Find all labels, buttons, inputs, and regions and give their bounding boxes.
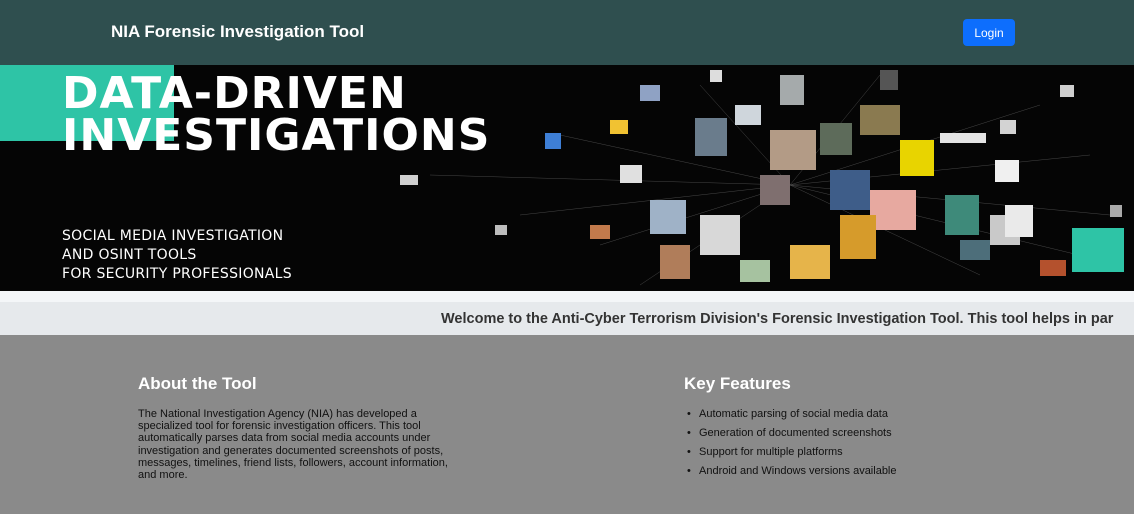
banner-headline: DATA-DRIVEN INVESTIGATIONS bbox=[62, 68, 491, 161]
marquee-text: Welcome to the Anti-Cyber Terrorism Divi… bbox=[441, 311, 1114, 327]
top-navbar: NIA Forensic Investigation Tool Login bbox=[0, 0, 1134, 65]
features-column: Key Features Automatic parsing of social… bbox=[684, 374, 1004, 484]
about-title: About the Tool bbox=[138, 374, 257, 393]
banner-subline: SOCIAL MEDIA INVESTIGATION AND OSINT TOO… bbox=[62, 227, 292, 284]
headline-line-1: DATA-DRIVEN bbox=[62, 68, 407, 119]
hero-banner: DATA-DRIVEN INVESTIGATIONS SOCIAL MEDIA … bbox=[0, 65, 1134, 291]
divider-strip bbox=[0, 291, 1134, 302]
feature-item: Android and Windows versions available bbox=[684, 465, 1004, 477]
info-section: About the Tool The National Investigatio… bbox=[0, 335, 1134, 514]
feature-item: Automatic parsing of social media data bbox=[684, 408, 1004, 420]
feature-item: Support for multiple platforms bbox=[684, 446, 1004, 458]
login-button[interactable]: Login bbox=[963, 19, 1015, 46]
welcome-marquee: Welcome to the Anti-Cyber Terrorism Divi… bbox=[0, 302, 1134, 335]
features-title: Key Features bbox=[684, 374, 791, 393]
feature-list: Automatic parsing of social media data G… bbox=[684, 408, 1004, 477]
subline-3: FOR SECURITY PROFESSIONALS bbox=[62, 266, 292, 282]
subline-2: AND OSINT TOOLS bbox=[62, 247, 197, 263]
feature-item: Generation of documented screenshots bbox=[684, 427, 1004, 439]
about-column: About the Tool The National Investigatio… bbox=[138, 374, 458, 481]
about-body: The National Investigation Agency (NIA) … bbox=[138, 408, 448, 482]
headline-line-2: INVESTIGATIONS bbox=[62, 110, 491, 161]
subline-1: SOCIAL MEDIA INVESTIGATION bbox=[62, 228, 284, 244]
brand-title[interactable]: NIA Forensic Investigation Tool bbox=[111, 22, 364, 42]
